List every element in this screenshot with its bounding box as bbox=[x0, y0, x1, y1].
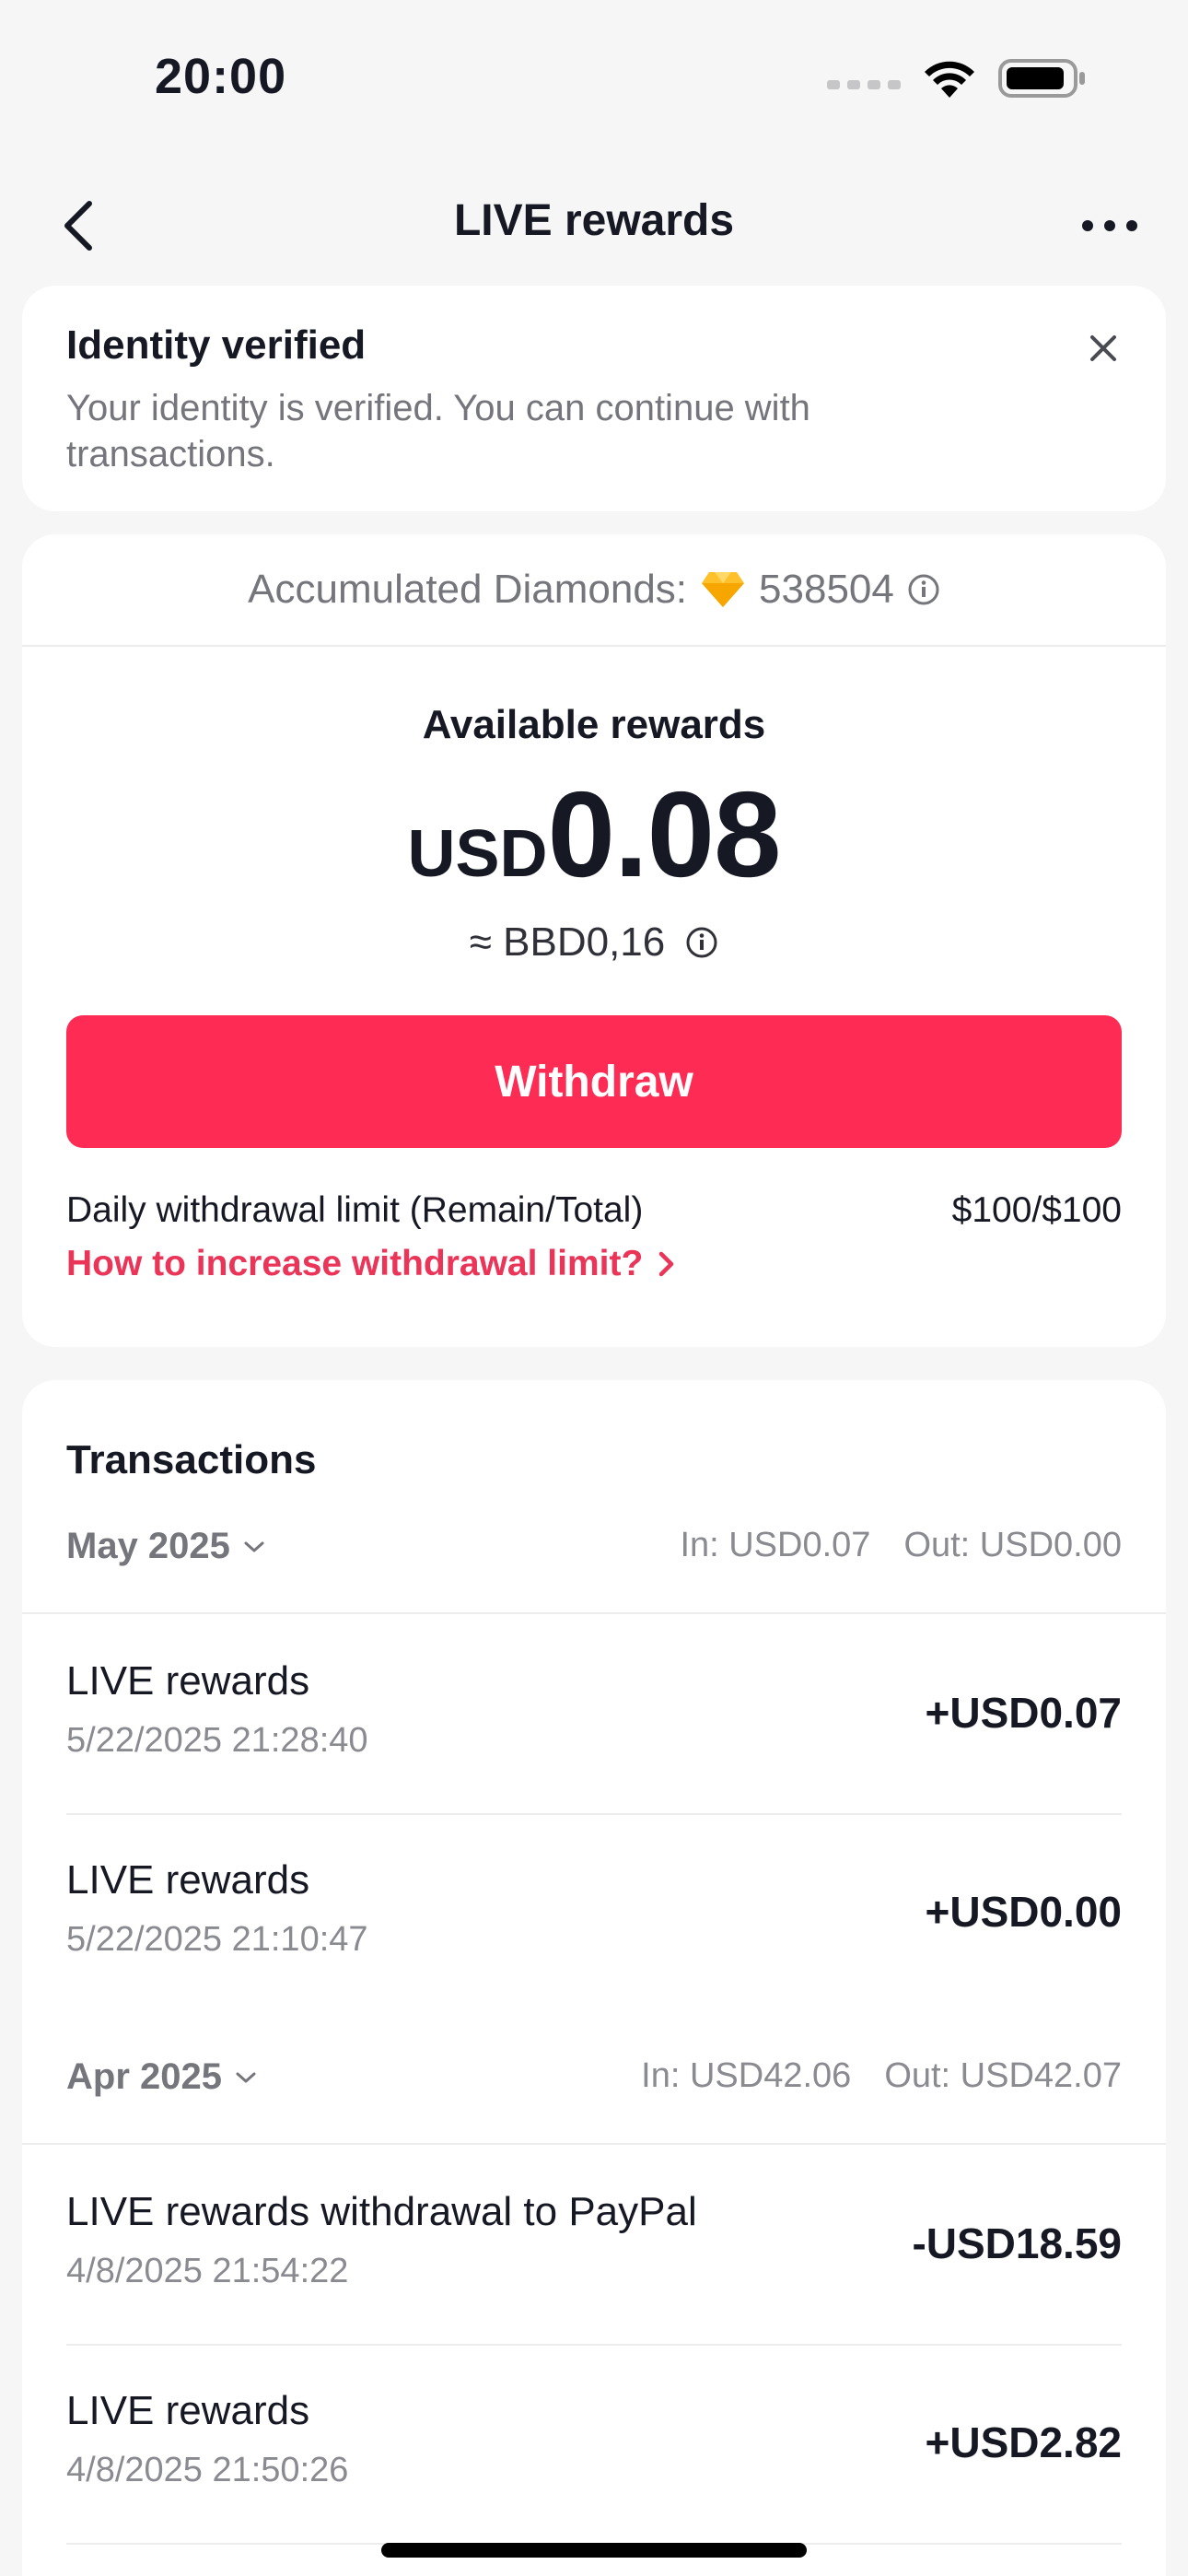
home-indicator[interactable] bbox=[381, 2543, 807, 2558]
month-selector[interactable]: May 2025 bbox=[66, 1526, 265, 1567]
wifi-icon bbox=[925, 61, 974, 98]
transaction-name: LIVE rewards withdrawal to PayPal bbox=[66, 2189, 697, 2234]
increase-limit-link-label: How to increase withdrawal limit? bbox=[66, 1244, 644, 1283]
page-title: LIVE rewards bbox=[453, 196, 735, 245]
status-icons bbox=[827, 57, 1087, 100]
close-banner-button[interactable] bbox=[1076, 321, 1131, 376]
month-header: Apr 2025 In: USD42.06 Out: USD42.07 bbox=[22, 2023, 1166, 2145]
transaction-row[interactable]: LIVE rewards 5/22/2025 21:28:40 +USD0.07 bbox=[66, 1616, 1122, 1815]
status-bar: 20:00 bbox=[0, 0, 1188, 157]
available-amount: USD0.08 bbox=[22, 765, 1166, 904]
accumulated-diamonds: Accumulated Diamonds: 538504 bbox=[22, 534, 1166, 647]
more-button[interactable] bbox=[1068, 184, 1151, 267]
transaction-date: 5/22/2025 21:10:47 bbox=[66, 1920, 368, 1959]
diamond-icon bbox=[702, 572, 745, 607]
rewards-card: Accumulated Diamonds: 538504 Available r… bbox=[22, 534, 1166, 1347]
transaction-row[interactable]: LIVE rewards 5/22/2025 21:10:47 +USD0.00 bbox=[66, 1815, 1122, 2014]
info-icon[interactable] bbox=[685, 926, 718, 959]
month-out: Out: USD42.07 bbox=[884, 2056, 1122, 2095]
daily-limit-label: Daily withdrawal limit (Remain/Total) bbox=[66, 1190, 644, 1230]
transaction-name: LIVE rewards bbox=[66, 1658, 310, 1704]
more-dots-icon bbox=[1082, 220, 1137, 231]
transaction-date: 5/22/2025 21:28:40 bbox=[66, 1721, 368, 1760]
status-time: 20:00 bbox=[155, 49, 287, 104]
month-label: Apr 2025 bbox=[66, 2056, 222, 2097]
close-icon bbox=[1090, 335, 1116, 361]
amount-currency: USD bbox=[407, 817, 548, 891]
transaction-amount: -USD18.59 bbox=[912, 2219, 1122, 2267]
info-icon[interactable] bbox=[907, 573, 940, 606]
diamonds-value: 538504 bbox=[759, 567, 894, 612]
approx-local-amount: ≈ BBD0,16 bbox=[22, 919, 1166, 966]
transaction-date: 4/8/2025 21:50:26 bbox=[66, 2451, 349, 2489]
month-summary: In: USD0.07 Out: USD0.00 bbox=[680, 1526, 1122, 1565]
nav-bar: LIVE rewards bbox=[0, 157, 1188, 286]
transaction-amount: +USD2.82 bbox=[925, 2418, 1122, 2466]
transaction-name: LIVE rewards bbox=[66, 1857, 310, 1903]
battery-icon bbox=[998, 59, 1085, 98]
transaction-row[interactable]: LIVE rewards 4/8/2025 21:50:26 +USD2.82 bbox=[66, 2346, 1122, 2545]
chevron-right-icon bbox=[659, 1251, 674, 1277]
amount-value: 0.08 bbox=[547, 767, 782, 902]
transaction-amount: +USD0.00 bbox=[925, 1888, 1122, 1936]
month-label: May 2025 bbox=[66, 1526, 230, 1566]
month-selector[interactable]: Apr 2025 bbox=[66, 2056, 257, 2098]
transaction-date: 4/8/2025 21:54:22 bbox=[66, 2252, 349, 2290]
transaction-row[interactable]: LIVE rewards withdrawal to PayPal 4/8/20… bbox=[66, 2147, 1122, 2346]
month-out: Out: USD0.00 bbox=[903, 1526, 1122, 1564]
approx-value: ≈ BBD0,16 bbox=[469, 919, 666, 965]
chevron-down-icon bbox=[236, 2072, 256, 2082]
diamonds-label: Accumulated Diamonds: bbox=[248, 567, 688, 612]
transaction-name: LIVE rewards bbox=[66, 2388, 310, 2433]
identity-message: Your identity is verified. You can conti… bbox=[66, 388, 810, 474]
available-rewards-label: Available rewards bbox=[422, 702, 766, 747]
live-rewards-screen: 20:00 LIVE rewards Identity verified You… bbox=[0, 0, 1188, 2576]
month-in: In: USD0.07 bbox=[680, 1526, 871, 1564]
transactions-card: Transactions May 2025 In: USD0.07 Out: U… bbox=[22, 1380, 1166, 2576]
cellular-signal-icon bbox=[827, 80, 901, 89]
month-in: In: USD42.06 bbox=[641, 2056, 852, 2095]
increase-limit-link[interactable]: How to increase withdrawal limit? bbox=[66, 1244, 676, 1284]
month-summary: In: USD42.06 Out: USD42.07 bbox=[641, 2056, 1122, 2096]
month-header: May 2025 In: USD0.07 Out: USD0.00 bbox=[22, 1493, 1166, 1614]
identity-title: Identity verified bbox=[66, 322, 367, 368]
identity-verified-banner: Identity verified Your identity is verif… bbox=[22, 286, 1166, 511]
withdraw-button[interactable]: Withdraw bbox=[66, 1015, 1122, 1148]
daily-limit-value: $100/$100 bbox=[951, 1190, 1122, 1230]
chevron-down-icon bbox=[244, 1541, 264, 1551]
transaction-amount: +USD0.07 bbox=[925, 1689, 1122, 1737]
transactions-title: Transactions bbox=[66, 1437, 317, 1482]
